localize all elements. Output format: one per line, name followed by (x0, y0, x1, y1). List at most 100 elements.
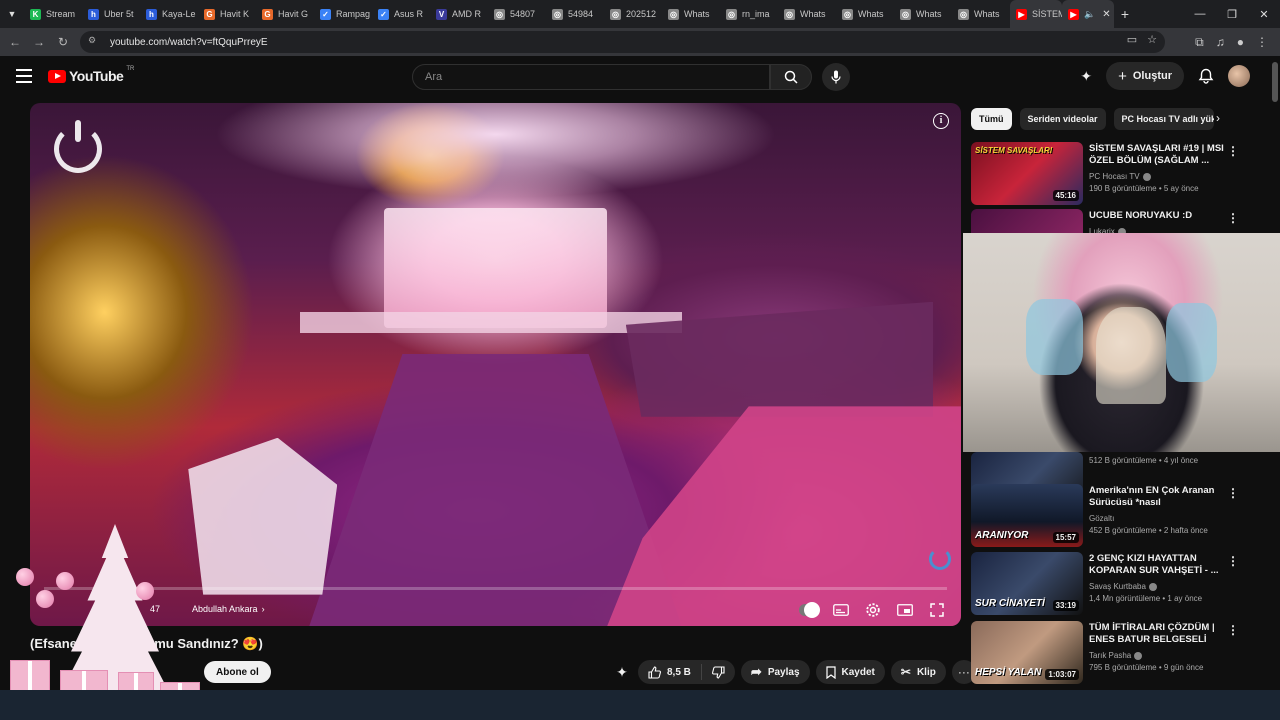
miniplayer-icon[interactable] (895, 602, 915, 618)
browser-tab[interactable]: ✓ Asus R (372, 0, 430, 28)
voice-search-button[interactable] (822, 63, 850, 91)
like-button[interactable]: 8,5 B (638, 664, 702, 680)
back-button[interactable]: ← (3, 35, 27, 49)
bookmark-star-icon[interactable]: ☆ (1147, 33, 1157, 46)
browser-tab[interactable]: ◎ 202512 (604, 0, 662, 28)
channel-branding-icon[interactable] (929, 548, 951, 570)
info-icon[interactable]: i (933, 113, 949, 129)
video-thumbnail[interactable]: SİSTEM SAVAŞLARI 45:16 (971, 142, 1083, 205)
thumbs-down-icon (711, 665, 725, 679)
tab-favicon-icon: ◎ (494, 8, 505, 20)
channel-name[interactable]: Gözaltı (1089, 514, 1229, 523)
browser-menu-icon[interactable]: ⋮ (1256, 35, 1268, 49)
recommended-video[interactable]: HEPSİ YALAN 1:03:07 TÜM İFTİRALARI ÇÖZDÜM … (971, 621, 1261, 685)
scrollbar-thumb[interactable] (1272, 62, 1278, 102)
video-title[interactable]: 2 GENÇ KIZI HAYATTAN KOPARAN SUR VAHŞETİ… (1089, 553, 1229, 577)
site-info-icon[interactable]: ⚙ (88, 35, 102, 49)
thumbs-up-icon (648, 665, 661, 679)
close-tab-icon[interactable]: ✕ (1102, 9, 1110, 20)
save-button[interactable]: Kaydet (815, 660, 885, 684)
page-scrollbar[interactable] (1272, 62, 1278, 690)
video-title[interactable]: Amerika'nın EN Çok Aranan Sürücüsü *nası… (1089, 485, 1229, 509)
forward-button[interactable]: → (27, 35, 51, 49)
maximize-button[interactable]: ❐ (1216, 8, 1248, 21)
close-window-button[interactable]: ✕ (1248, 8, 1280, 21)
browser-tab[interactable]: G Havit K (198, 0, 256, 28)
browser-tab[interactable]: ◎ Whats (952, 0, 1010, 28)
more-options-icon[interactable]: ⋮ (1227, 623, 1239, 637)
video-title[interactable]: TÜM İFTİRALARI ÇÖZDÜM | ENES BATUR BELGE… (1089, 622, 1229, 646)
profile-icon[interactable]: ● (1237, 35, 1244, 49)
tab-label: Kaya-Le (162, 9, 196, 19)
video-thumbnail[interactable]: ARANIYOR 15:57 (971, 484, 1083, 547)
recommended-video[interactable]: ARANIYOR 15:57 Amerika'nın EN Çok Aranan S… (971, 484, 1261, 548)
reload-button[interactable]: ↻ (51, 35, 75, 49)
chips-next-icon[interactable]: › (1216, 111, 1220, 125)
browser-tab[interactable]: ◎ Whats (836, 0, 894, 28)
browser-tab[interactable]: h Uber 5t (82, 0, 140, 28)
minimize-button[interactable]: — (1184, 8, 1216, 20)
autoplay-toggle[interactable] (799, 602, 820, 618)
video-duration-badge: 33:19 (1052, 600, 1079, 611)
verified-badge-icon (1142, 172, 1151, 181)
extensions-icon[interactable]: ⧉ (1195, 35, 1204, 50)
video-thumbnail[interactable]: HEPSİ YALAN 1:03:07 (971, 621, 1083, 684)
search-input[interactable] (413, 65, 769, 89)
browser-tab[interactable]: ◎ 54984 (546, 0, 604, 28)
browser-tab-bar: ▼ K Stream h Uber 5t h Kaya-Le G Havit K G Havit … (0, 0, 1280, 28)
subscribe-button[interactable]: Abone ol (204, 661, 271, 683)
clip-button[interactable]: ✂ Klip (890, 660, 946, 684)
browser-tab[interactable]: ◎ Whats (662, 0, 720, 28)
browser-tab[interactable]: ▶ SİSTEM (1010, 0, 1062, 28)
recommended-video[interactable]: SUR CİNAYETİ 33:19 2 GENÇ KIZI HAYATTAN KO… (971, 552, 1261, 616)
recommendation-chips: Tümü Seriden videolar PC Hocası TV adlı … (971, 108, 1214, 130)
notifications-bell-icon[interactable] (1198, 68, 1214, 84)
chip-series[interactable]: Seriden videolar (1019, 108, 1106, 130)
video-title[interactable]: UCUBE NORUYAKU :D (1089, 210, 1229, 222)
subtitles-icon[interactable] (831, 602, 851, 618)
browser-tab-active[interactable]: ▶ 🔈 ✕ (1062, 0, 1114, 28)
user-avatar[interactable] (1228, 65, 1250, 87)
tab-label: Asus R (394, 9, 424, 19)
browser-tab[interactable]: ✓ Rampag (314, 0, 372, 28)
settings-gear-icon[interactable] (863, 602, 883, 618)
extension-puzzle-icon[interactable]: ✦ (1080, 68, 1092, 85)
more-options-icon[interactable]: ⋮ (1227, 554, 1239, 568)
thumbnail-caption: HEPSİ YALAN (975, 667, 1042, 678)
browser-tab[interactable]: ◎ Whats (778, 0, 836, 28)
more-options-icon[interactable]: ⋮ (1227, 144, 1239, 158)
share-button[interactable]: ➦ Paylaş (740, 660, 810, 684)
chip-all[interactable]: Tümü (971, 108, 1012, 130)
browser-tab[interactable]: ◎ rn_ima (720, 0, 778, 28)
more-options-icon[interactable]: ⋮ (1227, 211, 1239, 225)
browser-tab[interactable]: ◎ Whats (894, 0, 952, 28)
scissors-icon: ✂ (900, 665, 911, 679)
browser-tab[interactable]: K Stream (24, 0, 82, 28)
create-button[interactable]: + Oluştur (1106, 62, 1184, 90)
browser-tab[interactable]: ◎ 54807 (488, 0, 546, 28)
chip-channel[interactable]: PC Hocası TV adlı yük (1113, 108, 1214, 130)
new-tab-button[interactable]: + (1114, 6, 1136, 22)
recommended-video[interactable]: SİSTEM SAVAŞLARI 45:16 SİSTEM SAVAŞLARI #1… (971, 142, 1261, 206)
dislike-button[interactable] (702, 665, 735, 679)
fullscreen-icon[interactable] (927, 602, 947, 618)
video-title[interactable]: SİSTEM SAVAŞLARI #19 | MSI ÖZEL BÖLÜM (S… (1089, 143, 1229, 167)
cast-icon[interactable]: ▭ (1127, 33, 1137, 46)
omnibox[interactable]: ⚙ youtube.com/watch?v=ftQquPrreyE ▭ ☆ (80, 31, 1165, 53)
search-button[interactable] (770, 64, 812, 90)
browser-tab[interactable]: V AMD R (430, 0, 488, 28)
video-thumbnail[interactable]: SUR CİNAYETİ 33:19 (971, 552, 1083, 615)
media-control-icon[interactable]: ♫ (1216, 35, 1225, 49)
browser-tab[interactable]: G Havit G (256, 0, 314, 28)
channel-name[interactable]: Savaş Kurtbaba (1089, 582, 1229, 591)
youtube-logo[interactable]: YouTube TR (48, 66, 134, 84)
video-frame-scene (383, 207, 608, 328)
channel-name[interactable]: PC Hocası TV (1089, 172, 1229, 181)
menu-icon[interactable] (16, 69, 32, 83)
browser-tab[interactable]: h Kaya-Le (140, 0, 198, 28)
more-options-icon[interactable]: ⋮ (1227, 486, 1239, 500)
tab-search-chevron-icon[interactable]: ▼ (0, 9, 24, 19)
audio-playing-icon[interactable]: 🔈 (1084, 9, 1095, 20)
extension-puzzle-icon[interactable]: ✦ (612, 664, 632, 681)
channel-name[interactable]: Tarık Pasha (1089, 651, 1229, 660)
